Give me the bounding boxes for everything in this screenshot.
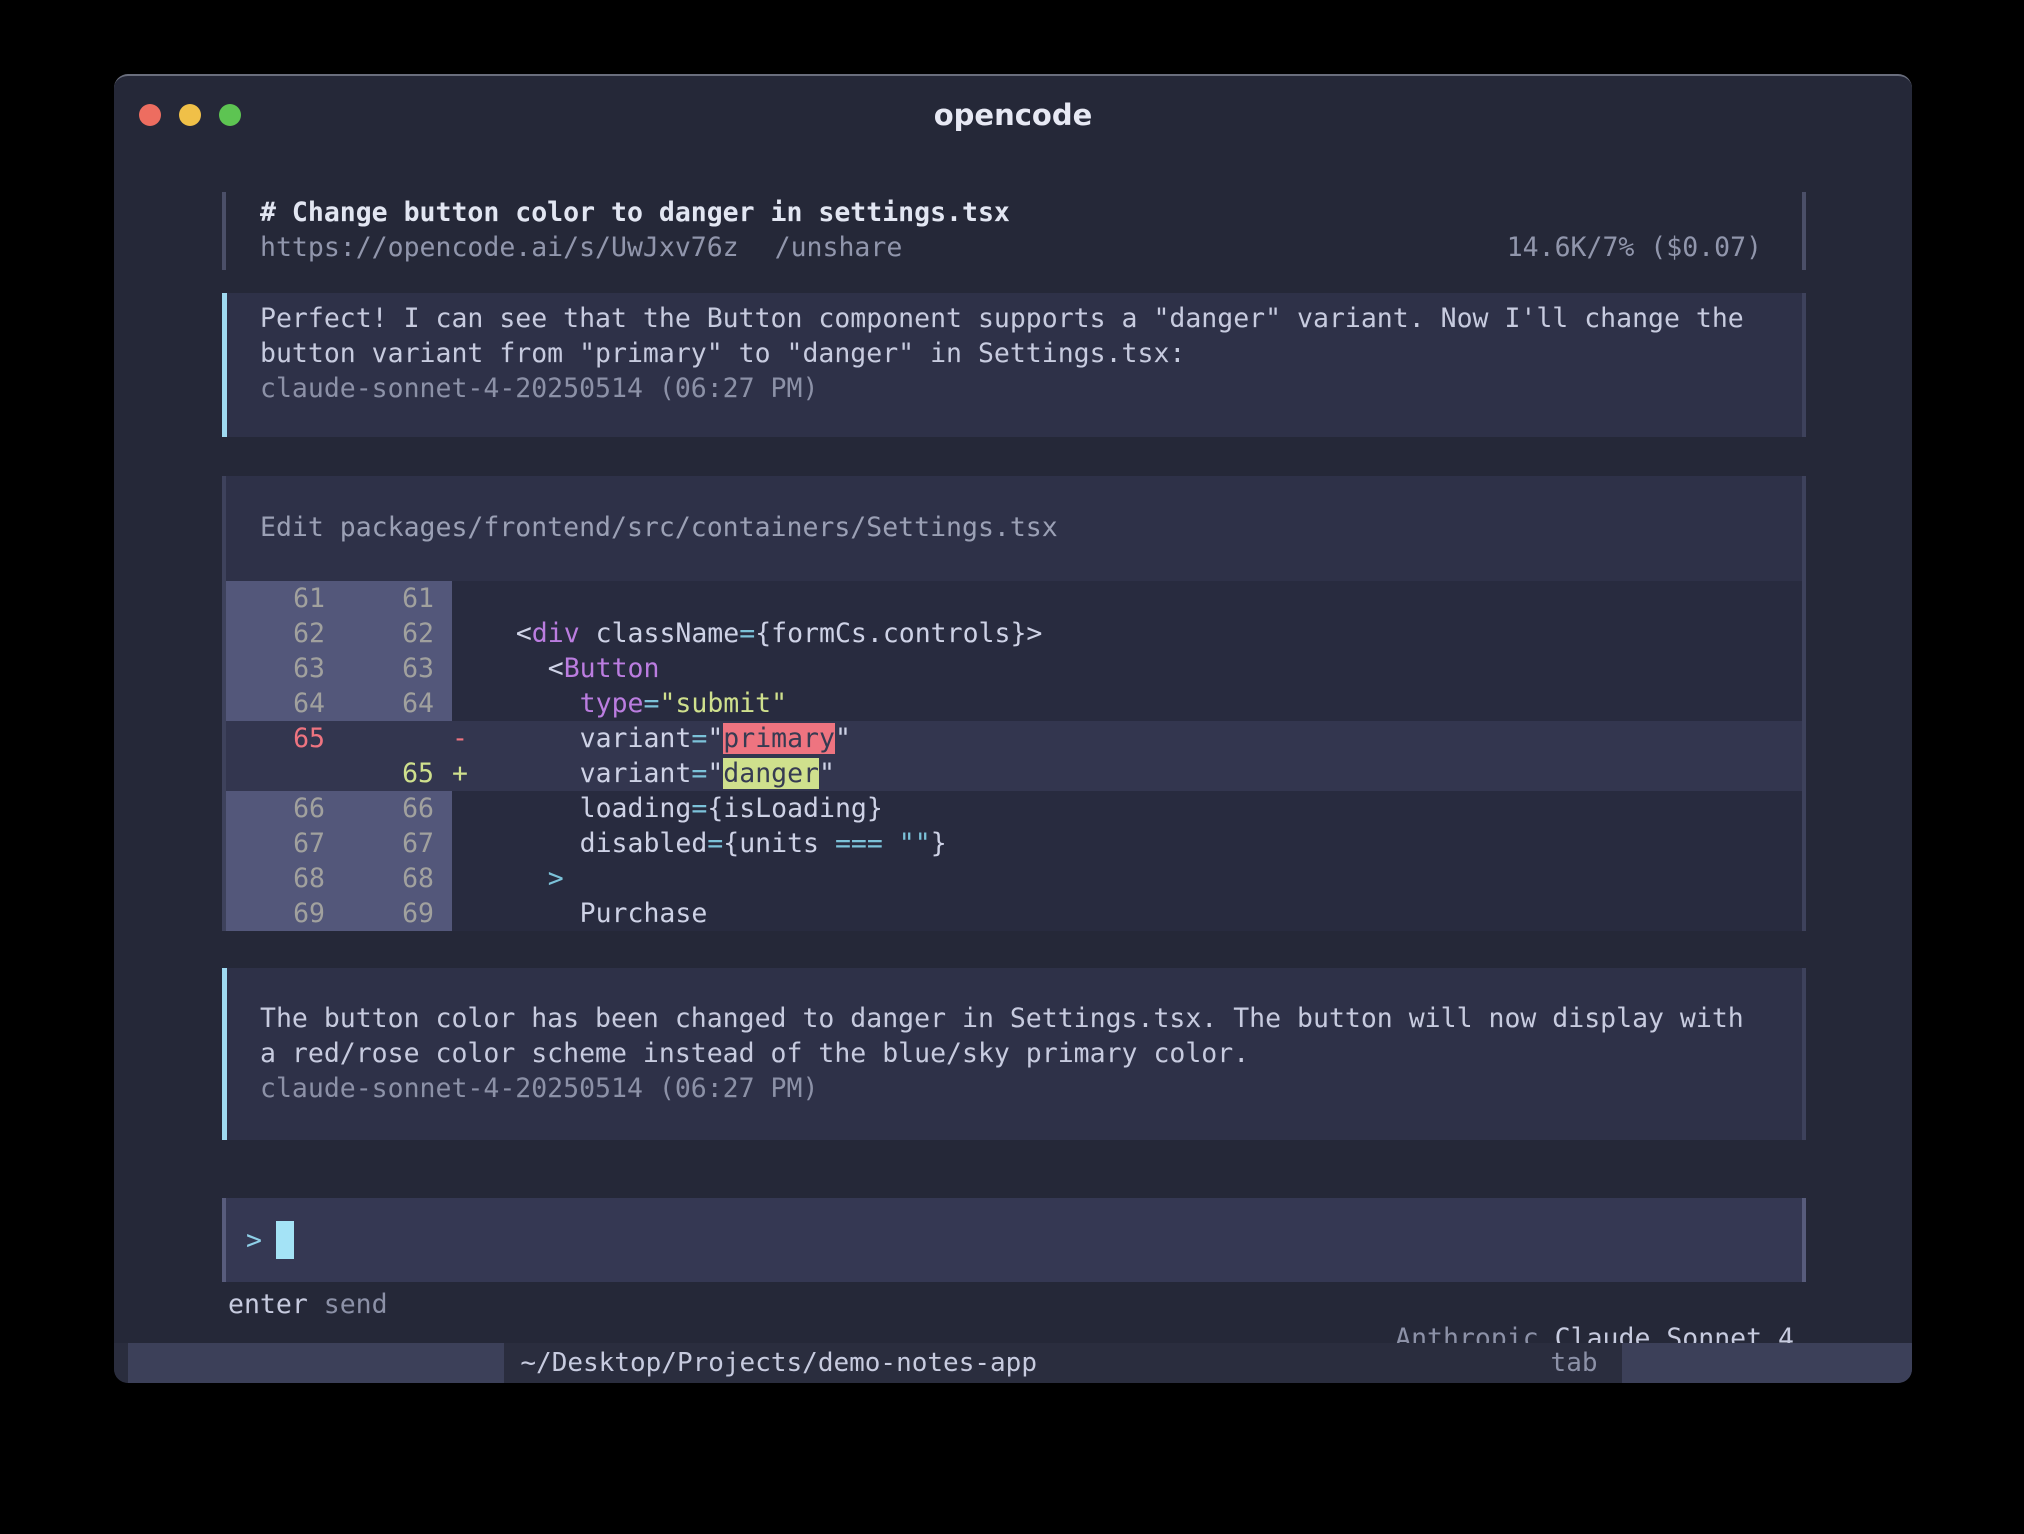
session-title: # Change button color to danger in setti… [260, 195, 1762, 230]
terminal-window: opencode # Change button color to danger… [114, 74, 1912, 1383]
old-line-number [222, 756, 330, 791]
message-right-border [1802, 968, 1806, 1140]
new-line-number: 69 [330, 896, 452, 931]
context-marker [452, 898, 484, 929]
session-content: # Change button color to danger in setti… [222, 192, 1806, 1322]
context-marker [452, 653, 484, 684]
old-line-number: 64 [222, 686, 330, 721]
message-model-timestamp: claude-sonnet-4-20250514 (06:27 PM) [260, 371, 1768, 406]
working-directory: ~/Desktop/Projects/demo-notes-app [520, 1343, 1037, 1383]
context-marker [452, 793, 484, 824]
message-text-line: a red/rose color scheme instead of the b… [260, 1036, 1768, 1071]
new-line-number: 65 [330, 756, 452, 791]
old-line-number: 61 [222, 581, 330, 616]
message-text-line: button variant from "primary" to "danger… [260, 336, 1768, 371]
text-cursor [276, 1221, 294, 1259]
diff-code-line: <div className={formCs.controls}> [452, 616, 1806, 651]
diff-code-line: <Button [452, 651, 1806, 686]
edit-tool-block: Edit packages/frontend/src/containers/Se… [222, 476, 1806, 931]
old-line-number: 62 [222, 616, 330, 651]
message-right-border [1802, 293, 1806, 437]
header-right-border [1802, 192, 1806, 270]
message-accent-bar [222, 293, 227, 437]
diff-code-line: Purchase [452, 896, 1806, 931]
old-line-number: 69 [222, 896, 330, 931]
new-line-number: 61 [330, 581, 452, 616]
mode-toggle-chip[interactable]: BUILD MODE [1622, 1343, 1912, 1383]
share-url-link[interactable]: https://opencode.ai/s/UwJxv76z [260, 230, 739, 265]
context-marker [452, 583, 484, 614]
input-right-border [1802, 1198, 1806, 1282]
diff-code-line: + variant="danger" [452, 756, 1806, 791]
header-left-border [222, 192, 226, 270]
prompt-input[interactable]: > [222, 1198, 1806, 1282]
message-model-timestamp: claude-sonnet-4-20250514 (06:27 PM) [260, 1071, 1768, 1106]
diff-row: 6363 <Button [222, 651, 1806, 686]
diff-row: 65+ variant="danger" [222, 756, 1806, 791]
new-line-number: 63 [330, 651, 452, 686]
new-line-number: 64 [330, 686, 452, 721]
context-marker [452, 618, 484, 649]
prompt-chevron: > [246, 1225, 262, 1256]
tab-keybind-hint: tab [1551, 1343, 1598, 1383]
diff-row: 6262 <div className={formCs.controls}> [222, 616, 1806, 651]
old-line-number: 63 [222, 651, 330, 686]
new-line-number: 62 [330, 616, 452, 651]
diff-code-line: - variant="primary" [452, 721, 1806, 756]
diff-table: 6161 6262 <div className={formCs.control… [222, 581, 1806, 931]
diff-row: 6969 Purchase [222, 896, 1806, 931]
new-line-number: 67 [330, 826, 452, 861]
assistant-message: The button color has been changed to dan… [222, 968, 1806, 1140]
titlebar: opencode [114, 76, 1912, 142]
diff-code-line [452, 581, 1806, 616]
diff-code-line: type="submit" [452, 686, 1806, 721]
diff-row: 6767 disabled={units === ""} [222, 826, 1806, 861]
removed-marker: - [452, 723, 484, 754]
new-line-number: 68 [330, 861, 452, 896]
input-left-border [222, 1198, 226, 1282]
token-cost-stats: 14.6K/7% ($0.07) [1507, 230, 1762, 265]
diff-code-line: disabled={units === ""} [452, 826, 1806, 861]
old-line-number: 68 [222, 861, 330, 896]
diff-row: 6666 loading={isLoading} [222, 791, 1806, 826]
old-line-number: 66 [222, 791, 330, 826]
added-marker: + [452, 758, 484, 789]
context-marker [452, 828, 484, 859]
old-line-number: 67 [222, 826, 330, 861]
diff-row: 6464 type="submit" [222, 686, 1806, 721]
diff-code-line: > [452, 861, 1806, 896]
new-line-number [330, 721, 452, 756]
context-marker [452, 688, 484, 719]
unshare-command[interactable]: /unshare [775, 230, 903, 265]
enter-keybind-hint: enter [228, 1288, 308, 1322]
window-title: opencode [114, 98, 1912, 132]
footer-hints: enter send Anthropic Claude Sonnet 4 [222, 1288, 1806, 1322]
old-line-number: 65 [222, 721, 330, 756]
message-accent-bar [222, 968, 227, 1140]
status-bar: opencode v0.3.11 ~/Desktop/Projects/demo… [114, 1343, 1912, 1383]
session-header: # Change button color to danger in setti… [222, 192, 1806, 270]
assistant-message: Perfect! I can see that the Button compo… [222, 293, 1806, 437]
diff-row: 6868 > [222, 861, 1806, 896]
app-version-chip: opencode v0.3.11 [128, 1343, 504, 1383]
diff-row: 6161 [222, 581, 1806, 616]
context-marker [452, 863, 484, 894]
message-text-line: The button color has been changed to dan… [260, 1001, 1768, 1036]
edit-file-label: Edit packages/frontend/src/containers/Se… [222, 476, 1806, 581]
diff-code-line: loading={isLoading} [452, 791, 1806, 826]
message-text-line: Perfect! I can see that the Button compo… [260, 301, 1768, 336]
send-action-label: send [308, 1288, 388, 1322]
edit-right-border [1802, 476, 1806, 931]
edit-left-border [222, 476, 226, 931]
new-line-number: 66 [330, 791, 452, 826]
diff-row: 65 - variant="primary" [222, 721, 1806, 756]
